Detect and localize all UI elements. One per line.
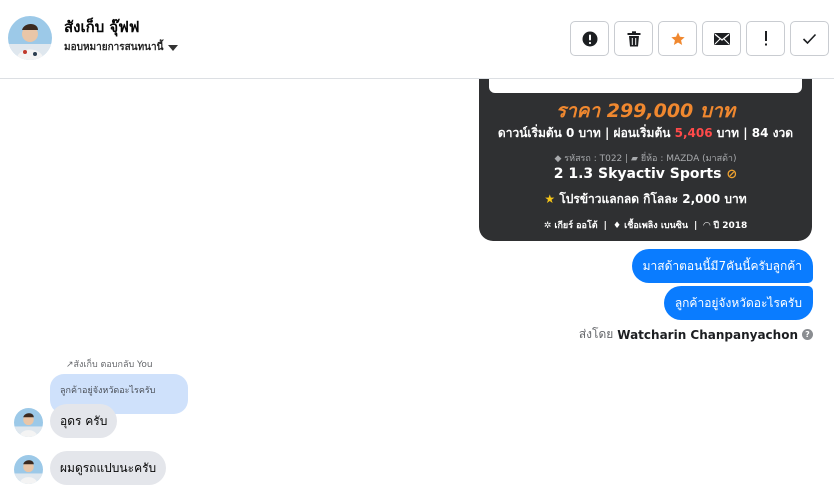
incoming-message[interactable]: ผมดูรถแปบนะครับ [50,451,167,485]
important-button[interactable] [746,21,785,56]
gauge-icon: ◠ [703,221,711,231]
help-icon[interactable]: ? [802,329,813,340]
car-specs: ✲ เกียร์ ออโต้ | ♦ เชื้อเพลิง เบนซิน | ◠ ปี … [543,221,748,231]
assign-label: มอบหมายการสนทนานี้ [64,42,164,53]
car-model: 2 1.3 Skyactiv Sports ⊘ [553,166,738,182]
star-icon [670,31,685,45]
car-listing-card[interactable]: ราคา 299,000 บาท ดาวน์เริ่มต้น 0 บาท | ผ… [479,79,812,241]
check-icon [802,33,817,44]
report-button[interactable] [570,21,609,56]
car-down-payment: ดาวน์เริ่มต้น 0 บาท | ผ่อนเริ่มต้น 5,406… [497,126,794,140]
car-icon: ▰ [631,154,638,164]
incoming-message[interactable]: อุดร ครับ [50,404,118,438]
contact-avatar[interactable] [8,16,52,60]
gear-icon: ✲ [543,221,552,231]
trash-icon [627,30,640,46]
sender-name: Watcharin Chanpanyachon [617,327,798,342]
car-installment: 5,406 [674,126,713,140]
star-button[interactable] [658,21,697,56]
sender-avatar[interactable] [14,455,43,484]
exclamation-circle-icon [582,31,597,46]
assign-conversation-dropdown[interactable]: มอบหมายการสนทนานี้ [64,40,179,55]
fuel-icon: ♦ [612,221,622,231]
tag-icon: ◆ [554,154,562,164]
sender-avatar[interactable] [14,408,43,437]
delete-button[interactable] [614,21,653,56]
conversation-header: สังเก็บ จุ๊ฟฟ มอบหมายการสนทนานี้ [0,0,834,79]
reply-label: ↗สังเก็บ ตอบกลับ You [66,360,153,370]
exclamation-icon [764,31,767,46]
reply-icon: ↗ [66,360,74,370]
card-image-edge [489,79,802,93]
outgoing-message[interactable]: ลูกค้าอยู่จังหวัดอะไรครับ [663,286,813,320]
car-promo: ★ โปรข้าวแลกลด กิโลละ 2,000 บาท [544,192,747,206]
sent-by-info: ส่งโดย Watcharin Chanpanyachon ? [579,325,813,344]
outgoing-message[interactable]: มาสด้าตอนนี้มี7คันนี้ครับลูกค้า [631,249,813,283]
star-icon: ★ [544,192,556,206]
done-button[interactable] [790,21,829,56]
check-circle-icon: ⊘ [726,167,738,182]
car-price: ราคา 299,000 บาท [555,100,736,122]
envelope-icon [713,32,730,45]
header-actions [570,21,829,56]
mail-button[interactable] [702,21,741,56]
caret-down-icon [168,44,179,51]
car-code-brand: ◆ รหัสรถ : T022 | ▰ ยี่ห้อ : MAZDA (มาสด… [554,154,737,164]
contact-name: สังเก็บ จุ๊ฟฟ [64,18,140,36]
